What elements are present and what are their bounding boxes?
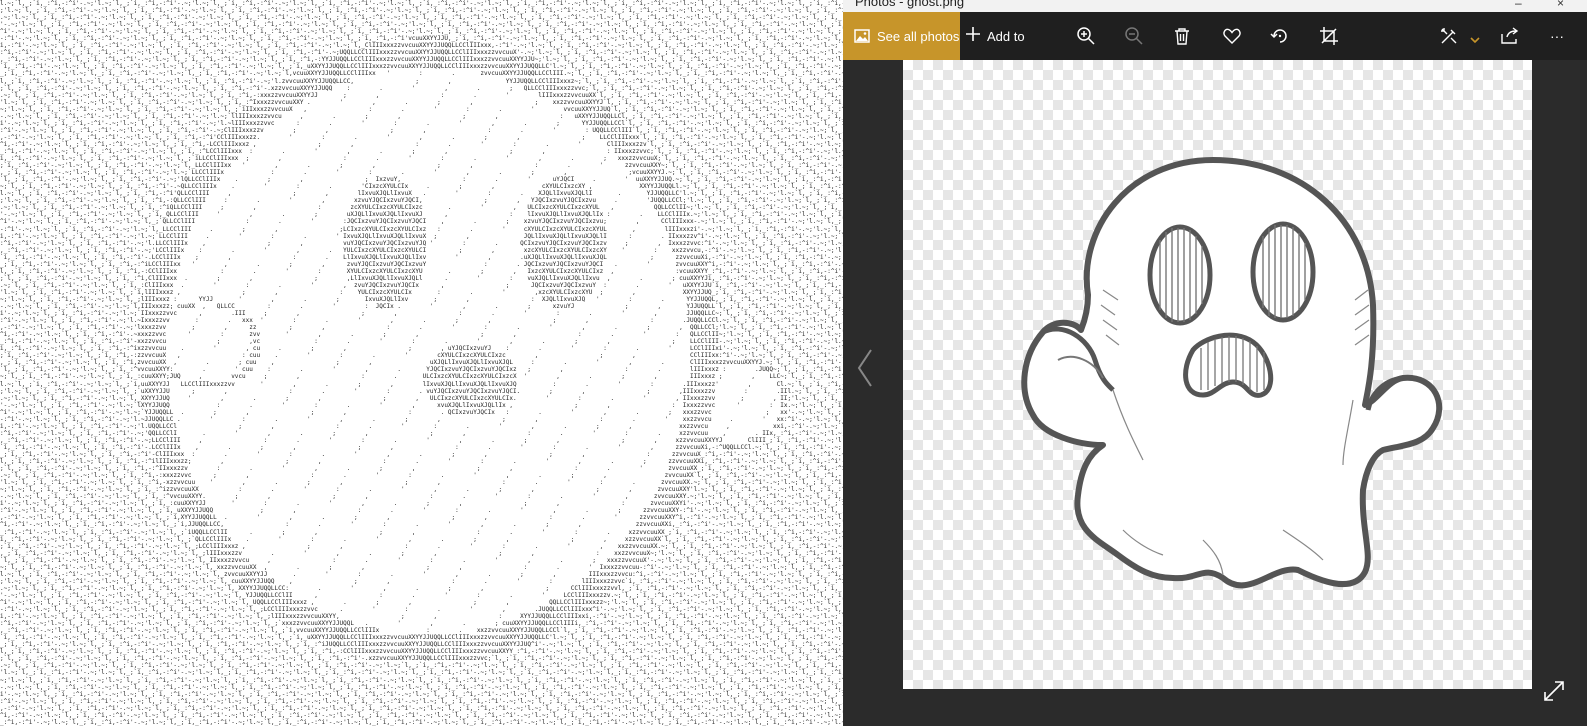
title-bar: Photos - ghost.png – × bbox=[843, 0, 1587, 12]
image-icon bbox=[853, 27, 871, 45]
more-icon[interactable]: ··· bbox=[1545, 24, 1569, 48]
heart-icon[interactable] bbox=[1220, 24, 1244, 48]
window-title: Photos - ghost.png bbox=[855, 0, 965, 9]
add-to-button[interactable]: Add to bbox=[965, 12, 1025, 60]
ascii-art-pane: l.~;`l,_;`i,_:^i,-:^i'-.~;'l.~;`l,_;`i,_… bbox=[0, 0, 843, 726]
fullscreen-icon[interactable] bbox=[1543, 680, 1567, 704]
toolbar: See all photos Add to ··· bbox=[843, 12, 1587, 60]
add-to-label: Add to bbox=[987, 28, 1025, 44]
photos-app-window: Photos - ghost.png – × See all photos Ad… bbox=[843, 0, 1587, 726]
close-button[interactable]: × bbox=[1557, 0, 1564, 10]
chevron-down-icon[interactable] bbox=[1470, 32, 1480, 44]
trash-icon[interactable] bbox=[1170, 24, 1194, 48]
minimize-button[interactable]: – bbox=[1515, 0, 1522, 10]
image-viewer bbox=[843, 60, 1587, 726]
image-canvas bbox=[903, 60, 1532, 689]
see-all-photos-button[interactable]: See all photos bbox=[843, 12, 960, 60]
rotate-icon[interactable] bbox=[1268, 24, 1292, 48]
zoom-out-icon[interactable] bbox=[1122, 24, 1146, 48]
see-all-photos-label: See all photos bbox=[877, 28, 960, 44]
plus-icon bbox=[965, 26, 981, 47]
ghost-image bbox=[1021, 157, 1443, 589]
share-icon[interactable] bbox=[1498, 24, 1522, 48]
ascii-art-text: l.~;`l,_;`i,_:^i,-:^i'-.~;'l.~;`l,_;`i,_… bbox=[0, 0, 843, 726]
edit-create-icon[interactable] bbox=[1437, 24, 1461, 48]
crop-icon[interactable] bbox=[1317, 24, 1341, 48]
zoom-in-icon[interactable] bbox=[1074, 24, 1098, 48]
chevron-left-icon[interactable] bbox=[853, 346, 877, 390]
